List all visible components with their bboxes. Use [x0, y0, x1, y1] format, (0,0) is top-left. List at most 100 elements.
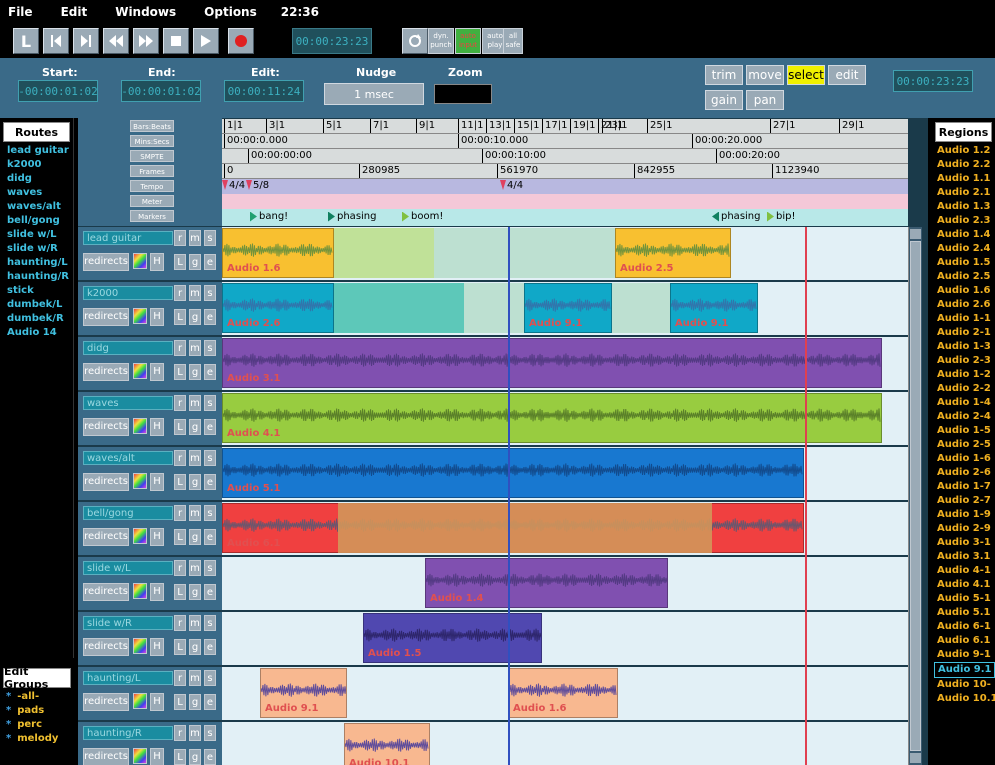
- track-h-button[interactable]: H: [150, 748, 164, 765]
- track-s-button[interactable]: s: [204, 670, 216, 686]
- track-L-button[interactable]: L: [174, 529, 186, 545]
- scroll-up-icon[interactable]: [910, 229, 921, 239]
- record-icon[interactable]: [228, 28, 254, 54]
- region-list-item[interactable]: Audio 1.2: [932, 144, 995, 158]
- region-list-item[interactable]: Audio 1-6: [932, 452, 995, 466]
- track-name-field[interactable]: k2000: [83, 286, 173, 300]
- redirects-button[interactable]: redirects: [83, 363, 129, 381]
- track-r-button[interactable]: r: [174, 340, 186, 356]
- track-m-button[interactable]: m: [189, 725, 201, 741]
- play-icon[interactable]: [193, 28, 219, 54]
- audio-region[interactable]: Audio 9.1: [524, 283, 612, 333]
- track-name-field[interactable]: waves: [83, 396, 173, 410]
- track-h-button[interactable]: H: [150, 638, 164, 656]
- track-L-button[interactable]: L: [174, 309, 186, 325]
- track-r-button[interactable]: r: [174, 560, 186, 576]
- track-g-button[interactable]: g: [189, 749, 201, 765]
- audio-region[interactable]: Audio 1.4: [425, 558, 668, 608]
- menu-options[interactable]: Options: [204, 5, 257, 19]
- audio-region[interactable]: Audio 1.6: [508, 668, 618, 718]
- track-e-button[interactable]: e: [204, 749, 216, 765]
- track-r-button[interactable]: r: [174, 670, 186, 686]
- color-palette-icon[interactable]: [133, 748, 147, 764]
- route-item[interactable]: waves: [0, 186, 73, 200]
- stop-icon[interactable]: [163, 28, 189, 54]
- track-e-button[interactable]: e: [204, 364, 216, 380]
- region-list-item[interactable]: Audio 1-1: [932, 312, 995, 326]
- route-item[interactable]: stick: [0, 284, 73, 298]
- color-palette-icon[interactable]: [133, 583, 147, 599]
- edit-point-line[interactable]: [508, 227, 510, 765]
- track-r-button[interactable]: r: [174, 395, 186, 411]
- color-palette-icon[interactable]: [133, 253, 147, 269]
- dyn-punch-button[interactable]: dyn. punch: [428, 28, 454, 54]
- track-s-button[interactable]: s: [204, 285, 216, 301]
- track-name-field[interactable]: slide w/L: [83, 561, 173, 575]
- route-item[interactable]: lead guitar: [0, 144, 73, 158]
- region-list-item[interactable]: Audio 5-1: [932, 592, 995, 606]
- region-list-item[interactable]: Audio 6-1: [932, 620, 995, 634]
- track-L-button[interactable]: L: [174, 474, 186, 490]
- region-list-item[interactable]: Audio 1.5: [932, 256, 995, 270]
- goto-end-icon[interactable]: [73, 28, 99, 54]
- end-clock[interactable]: -00:00:01:02: [121, 80, 201, 102]
- track-h-button[interactable]: H: [150, 363, 164, 381]
- marker[interactable]: bip!: [767, 211, 795, 222]
- region-list-item[interactable]: Audio 2.4: [932, 242, 995, 256]
- color-palette-icon[interactable]: [133, 473, 147, 489]
- audio-region[interactable]: Audio 10.1: [344, 723, 430, 765]
- region-list-item[interactable]: Audio 1-2: [932, 368, 995, 382]
- track-m-button[interactable]: m: [189, 560, 201, 576]
- menu-file[interactable]: File: [8, 5, 33, 19]
- redirects-button[interactable]: redirects: [83, 693, 129, 711]
- start-clock[interactable]: -00:00:01:02: [18, 80, 98, 102]
- color-palette-icon[interactable]: [133, 308, 147, 324]
- track-s-button[interactable]: s: [204, 230, 216, 246]
- track-h-button[interactable]: H: [150, 528, 164, 546]
- gain-mode-button[interactable]: gain: [705, 90, 743, 110]
- region-list-item[interactable]: Audio 3.1: [932, 550, 995, 564]
- audio-region[interactable]: Audio 9.1: [670, 283, 758, 333]
- track-g-button[interactable]: g: [189, 584, 201, 600]
- track-e-button[interactable]: e: [204, 309, 216, 325]
- region-list-item[interactable]: Audio 2.6: [932, 298, 995, 312]
- redirects-button[interactable]: redirects: [83, 308, 129, 326]
- track-name-field[interactable]: bell/gong: [83, 506, 173, 520]
- track-name-field[interactable]: haunting/L: [83, 671, 173, 685]
- region-list-item[interactable]: Audio 2.5: [932, 270, 995, 284]
- track-e-button[interactable]: e: [204, 529, 216, 545]
- route-item[interactable]: Audio 14: [0, 326, 73, 340]
- redirects-button[interactable]: redirects: [83, 638, 129, 656]
- route-item[interactable]: bell/gong: [0, 214, 73, 228]
- region-list-item[interactable]: Audio 1-7: [932, 480, 995, 494]
- audio-region[interactable]: Audio 2.5: [615, 228, 731, 278]
- track-g-button[interactable]: g: [189, 474, 201, 490]
- edit-group-item[interactable]: * perc: [0, 718, 74, 732]
- loop-button[interactable]: L: [13, 28, 39, 54]
- audio-region[interactable]: Audio 9.1: [260, 668, 347, 718]
- track-e-button[interactable]: e: [204, 694, 216, 710]
- track-name-field[interactable]: lead guitar: [83, 231, 173, 245]
- region-list-item[interactable]: Audio 1.6: [932, 284, 995, 298]
- zoom-display[interactable]: [434, 84, 492, 104]
- region-list-item[interactable]: Audio 4.1: [932, 578, 995, 592]
- goto-start-icon[interactable]: [43, 28, 69, 54]
- tempo-marker[interactable]: 4/4: [222, 180, 245, 191]
- region-list-item[interactable]: Audio 2-2: [932, 382, 995, 396]
- track-name-field[interactable]: didg: [83, 341, 173, 355]
- route-item[interactable]: slide w/L: [0, 228, 73, 242]
- track-g-button[interactable]: g: [189, 254, 201, 270]
- track-name-field[interactable]: haunting/R: [83, 726, 173, 740]
- track-L-button[interactable]: L: [174, 364, 186, 380]
- track-s-button[interactable]: s: [204, 560, 216, 576]
- audio-region[interactable]: Audio 3.1: [222, 338, 882, 388]
- region-list-item[interactable]: Audio 2.2: [932, 158, 995, 172]
- edit-group-item[interactable]: * pads: [0, 704, 74, 718]
- region-list-item[interactable]: Audio 2-3: [932, 354, 995, 368]
- track-m-button[interactable]: m: [189, 395, 201, 411]
- track-name-field[interactable]: waves/alt: [83, 451, 173, 465]
- menu-windows[interactable]: Windows: [115, 5, 176, 19]
- route-item[interactable]: waves/alt: [0, 200, 73, 214]
- region-list-item[interactable]: Audio 4-1: [932, 564, 995, 578]
- track-r-button[interactable]: r: [174, 725, 186, 741]
